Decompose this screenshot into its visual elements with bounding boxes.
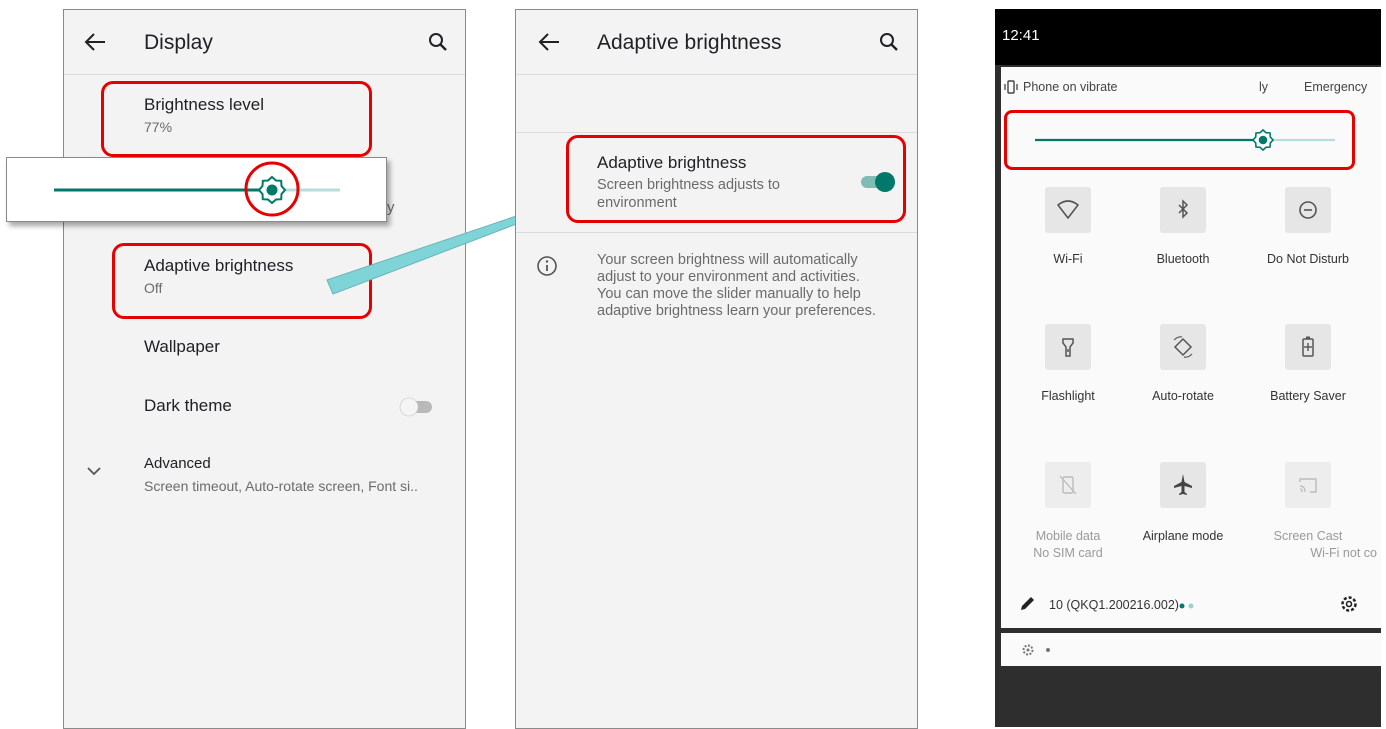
wifi-icon xyxy=(1057,200,1079,219)
info-line: adaptive brightness learn your preferenc… xyxy=(597,303,876,319)
divider xyxy=(516,132,917,133)
emergency-label[interactable]: Emergency xyxy=(1304,80,1367,94)
brightness-thumb-icon xyxy=(257,175,287,205)
status-bar: 12:41 xyxy=(995,9,1381,65)
tile-sublabel: No SIM card xyxy=(1033,546,1103,560)
tile-label: Battery Saver xyxy=(1270,389,1346,403)
dark-theme-toggle[interactable] xyxy=(398,396,436,418)
screen-cast-icon xyxy=(1299,478,1317,493)
info-line: Your screen brightness will automaticall… xyxy=(597,252,858,268)
info-icon xyxy=(536,255,558,277)
tile-sublabel: Wi-Fi not co xyxy=(1310,546,1377,560)
back-arrow-icon[interactable] xyxy=(538,32,560,52)
wifi-tile[interactable] xyxy=(1045,187,1091,233)
tile-label: Airplane mode xyxy=(1142,529,1224,543)
adaptive-brightness-screen: Adaptive brightness Adaptive brightness … xyxy=(515,9,918,729)
mobile-data-tile[interactable] xyxy=(1045,462,1091,508)
build-number: 10 (QKQ1.200216.002) xyxy=(1049,598,1179,612)
page-title: Display xyxy=(144,31,213,54)
wallpaper-item[interactable]: Wallpaper xyxy=(144,337,220,357)
vibrate-icon xyxy=(1003,80,1019,94)
auto-rotate-tile[interactable] xyxy=(1160,324,1206,370)
airplane-mode-tile[interactable] xyxy=(1160,462,1206,508)
info-line: You can move the slider manually to help xyxy=(597,286,861,302)
search-icon[interactable] xyxy=(879,32,899,52)
airplane-icon xyxy=(1174,474,1192,495)
item-subtitle: Screen timeout, Auto-rotate screen, Font… xyxy=(144,478,418,494)
page-title: Adaptive brightness xyxy=(597,31,782,54)
flashlight-icon xyxy=(1062,338,1074,357)
flashlight-tile[interactable] xyxy=(1045,324,1091,370)
bluetooth-icon xyxy=(1178,199,1189,219)
divider xyxy=(516,74,917,75)
notification-strip[interactable] xyxy=(1001,633,1381,666)
highlight-qs-slider xyxy=(1004,110,1355,170)
settings-gear-icon[interactable] xyxy=(1339,594,1359,614)
settings-small-icon xyxy=(1021,643,1035,657)
battery-saver-icon xyxy=(1302,336,1314,357)
back-arrow-icon[interactable] xyxy=(84,32,106,52)
app-bar: Display xyxy=(64,10,465,74)
highlight-adaptive-toggle xyxy=(566,135,906,223)
tile-label: Auto-rotate xyxy=(1152,389,1214,403)
chevron-down-icon xyxy=(86,466,102,476)
tile-label: Flashlight xyxy=(1041,389,1095,403)
do-not-disturb-tile[interactable] xyxy=(1285,187,1331,233)
battery-saver-tile[interactable] xyxy=(1285,324,1331,370)
divider xyxy=(516,232,917,233)
auto-rotate-icon xyxy=(1173,336,1193,358)
page-indicator-dots xyxy=(1178,602,1198,610)
bullet-dot xyxy=(1046,648,1050,652)
tile-label: Bluetooth xyxy=(1156,252,1210,266)
header-fragment: ly xyxy=(1259,80,1269,94)
app-bar: Adaptive brightness xyxy=(516,10,917,74)
item-title: Dark theme xyxy=(144,396,232,415)
do-not-disturb-icon xyxy=(1299,201,1317,219)
highlight-brightness-level xyxy=(101,81,372,157)
tile-label: Do Not Disturb xyxy=(1267,252,1349,266)
bluetooth-tile[interactable] xyxy=(1160,187,1206,233)
clock: 12:41 xyxy=(1002,27,1040,44)
edit-pencil-icon[interactable] xyxy=(1018,595,1036,613)
tile-label: Mobile data xyxy=(1035,529,1101,543)
search-icon[interactable] xyxy=(428,32,448,52)
ringer-status: Phone on vibrate xyxy=(1023,80,1118,94)
divider xyxy=(64,74,465,75)
tile-label: Screen Cast xyxy=(1273,529,1343,543)
info-line: adjust to your environment and activitie… xyxy=(597,269,860,285)
item-title: Advanced xyxy=(144,455,211,472)
screen-cast-tile[interactable] xyxy=(1285,462,1331,508)
mobile-data-icon xyxy=(1059,475,1077,495)
tile-label: Wi-Fi xyxy=(1053,252,1083,266)
